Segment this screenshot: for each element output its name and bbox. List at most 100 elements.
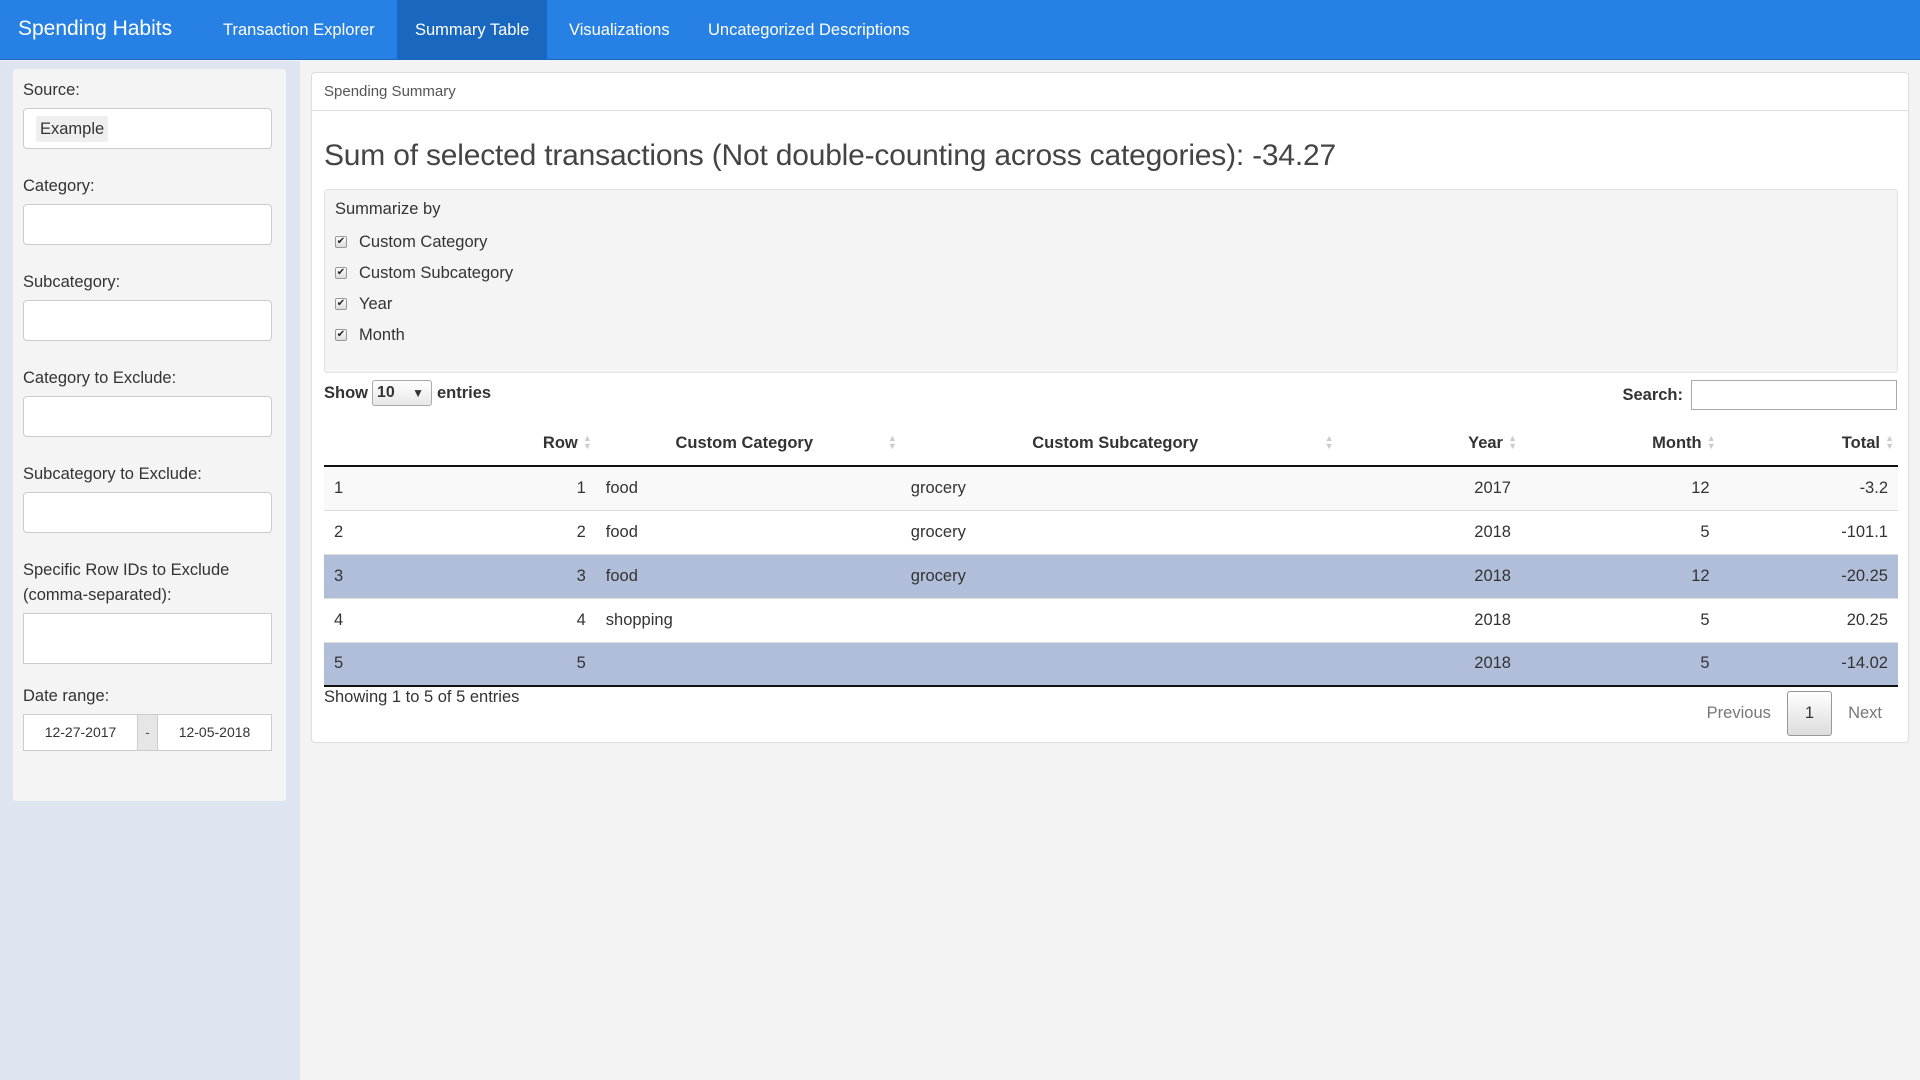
source-select[interactable]: Example	[23, 108, 272, 149]
checkbox-custom-subcategory[interactable]: ✔ Custom Subcategory	[335, 262, 513, 284]
table-search: Search:	[1622, 380, 1897, 410]
checkbox-label: Custom Category	[359, 232, 488, 251]
cell-row: 3	[353, 553, 596, 598]
page-length-select[interactable]: 10 ▼	[372, 380, 432, 406]
cell-custom-subcategory	[900, 597, 1338, 642]
table-row[interactable]: 4 4 shopping 2018 5 20.25	[324, 597, 1898, 642]
subcategory-label: Subcategory:	[23, 273, 121, 291]
cell-total: -101.1	[1719, 509, 1898, 554]
cell-total: -3.2	[1719, 466, 1898, 510]
column-header-index	[324, 421, 354, 467]
search-input[interactable]	[1691, 380, 1897, 410]
checkbox-checked-icon[interactable]: ✔	[335, 329, 347, 341]
cell-month: 12	[1520, 553, 1720, 598]
tab-visualizations[interactable]: Visualizations	[551, 0, 688, 60]
category-exclude-label: Category to Exclude:	[23, 369, 177, 387]
cell-row: 4	[353, 597, 596, 642]
cell-month: 5	[1520, 597, 1720, 642]
dropdown-caret-icon: ▼	[412, 386, 424, 400]
table-header-row: Row ▲ ▼ Custom Category ▲ ▼ Custom Subcatego…	[324, 421, 1898, 467]
cell-index: 3	[324, 553, 354, 598]
subcategory-exclude-label: Subcategory to Exclude:	[23, 465, 202, 483]
page-1-button[interactable]: 1	[1786, 691, 1833, 736]
column-header-custom-subcategory[interactable]: Custom Subcategory ▲ ▼	[900, 421, 1338, 467]
cell-custom-category: shopping	[595, 597, 901, 642]
subcategory-input[interactable]	[23, 300, 272, 341]
page-length-value: 10	[377, 384, 395, 401]
date-range-input: 12-27-2017 - 12-05-2018	[23, 714, 272, 751]
table-info: Showing 1 to 5 of 5 entries	[324, 688, 520, 706]
cell-row: 5	[353, 641, 596, 687]
cell-custom-subcategory: grocery	[900, 466, 1338, 510]
tab-transaction-explorer[interactable]: Transaction Explorer	[205, 0, 393, 60]
table-row[interactable]: 2 2 food grocery 2018 5 -101.1	[324, 509, 1898, 554]
search-label: Search:	[1622, 385, 1683, 404]
cell-custom-category	[595, 641, 901, 687]
checkbox-checked-icon[interactable]: ✔	[335, 298, 347, 310]
page-length-control: Show 10 ▼ entries	[324, 379, 491, 407]
checkbox-label: Month	[359, 325, 405, 344]
sort-icon[interactable]: ▲ ▼	[888, 434, 897, 451]
cell-total: -20.25	[1719, 553, 1898, 598]
cell-index: 1	[324, 466, 354, 510]
cell-year: 2018	[1337, 597, 1521, 642]
date-start-input[interactable]: 12-27-2017	[24, 715, 137, 750]
brand-title[interactable]: Spending Habits	[18, 0, 172, 60]
column-header-custom-category[interactable]: Custom Category ▲ ▼	[595, 421, 901, 467]
checkbox-label: Custom Subcategory	[359, 263, 514, 282]
row-ids-exclude-label-2: (comma-separated):	[23, 586, 172, 604]
date-range-label: Date range:	[23, 687, 110, 705]
cell-total: -14.02	[1719, 641, 1898, 687]
checkbox-month[interactable]: ✔ Month	[335, 324, 405, 346]
navbar: Spending Habits Transaction Explorer Sum…	[0, 0, 1920, 60]
column-header-row[interactable]: Row ▲ ▼	[353, 421, 596, 467]
source-chip[interactable]: Example	[36, 116, 109, 142]
column-header-total[interactable]: Total ▲ ▼	[1719, 421, 1898, 467]
cell-row: 2	[353, 509, 596, 554]
date-end-input[interactable]: 12-05-2018	[158, 715, 271, 750]
sort-icon[interactable]: ▲ ▼	[1885, 434, 1894, 451]
sort-icon[interactable]: ▲ ▼	[583, 434, 592, 451]
column-header-year[interactable]: Year ▲ ▼	[1337, 421, 1521, 467]
row-ids-exclude-input[interactable]	[23, 613, 272, 664]
checkbox-checked-icon[interactable]: ✔	[335, 236, 347, 248]
category-input[interactable]	[23, 204, 272, 245]
cell-year: 2018	[1337, 641, 1521, 687]
checkbox-year[interactable]: ✔ Year	[335, 293, 392, 315]
tab-uncategorized-descriptions[interactable]: Uncategorized Descriptions	[690, 0, 928, 60]
sort-icon[interactable]: ▲ ▼	[1707, 434, 1716, 451]
cell-index: 2	[324, 509, 354, 554]
entries-label: entries	[437, 383, 492, 402]
cell-year: 2017	[1337, 466, 1521, 510]
row-ids-exclude-label: Specific Row IDs to Exclude	[23, 561, 230, 579]
table-row[interactable]: 5 5 2018 5 -14.02	[324, 641, 1898, 687]
pagination: Previous 1 Next	[1691, 691, 1898, 736]
next-page-button[interactable]: Next	[1832, 692, 1898, 735]
spending-summary-panel: Spending Summary Sum of selected transac…	[311, 72, 1909, 743]
cell-custom-subcategory	[900, 641, 1338, 687]
checkbox-custom-category[interactable]: ✔ Custom Category	[335, 231, 487, 253]
tab-summary-table[interactable]: Summary Table	[397, 0, 548, 60]
checkbox-checked-icon[interactable]: ✔	[335, 267, 347, 279]
previous-page-button[interactable]: Previous	[1691, 692, 1787, 735]
cell-total: 20.25	[1719, 597, 1898, 642]
category-label: Category:	[23, 177, 95, 195]
show-label: Show	[324, 383, 368, 402]
column-header-month[interactable]: Month ▲ ▼	[1520, 421, 1720, 467]
sort-icon[interactable]: ▲ ▼	[1325, 434, 1334, 451]
subcategory-exclude-input[interactable]	[23, 492, 272, 533]
table-row[interactable]: 3 3 food grocery 2018 12 -20.25	[324, 553, 1898, 598]
table-row[interactable]: 1 1 food grocery 2017 12 -3.2	[324, 466, 1898, 510]
cell-month: 12	[1520, 466, 1720, 510]
category-exclude-input[interactable]	[23, 396, 272, 437]
summarize-by-label: Summarize by	[335, 200, 441, 218]
cell-custom-category: food	[595, 509, 901, 554]
source-label: Source:	[23, 81, 80, 99]
cell-row: 1	[353, 466, 596, 510]
summarize-by-group: Summarize by ✔ Custom Category ✔ Custom …	[324, 189, 1898, 373]
checkbox-label: Year	[359, 294, 393, 313]
cell-custom-category: food	[595, 466, 901, 510]
panel-title: Spending Summary	[312, 73, 1908, 111]
date-separator: -	[137, 715, 158, 750]
sort-icon[interactable]: ▲ ▼	[1508, 434, 1517, 451]
